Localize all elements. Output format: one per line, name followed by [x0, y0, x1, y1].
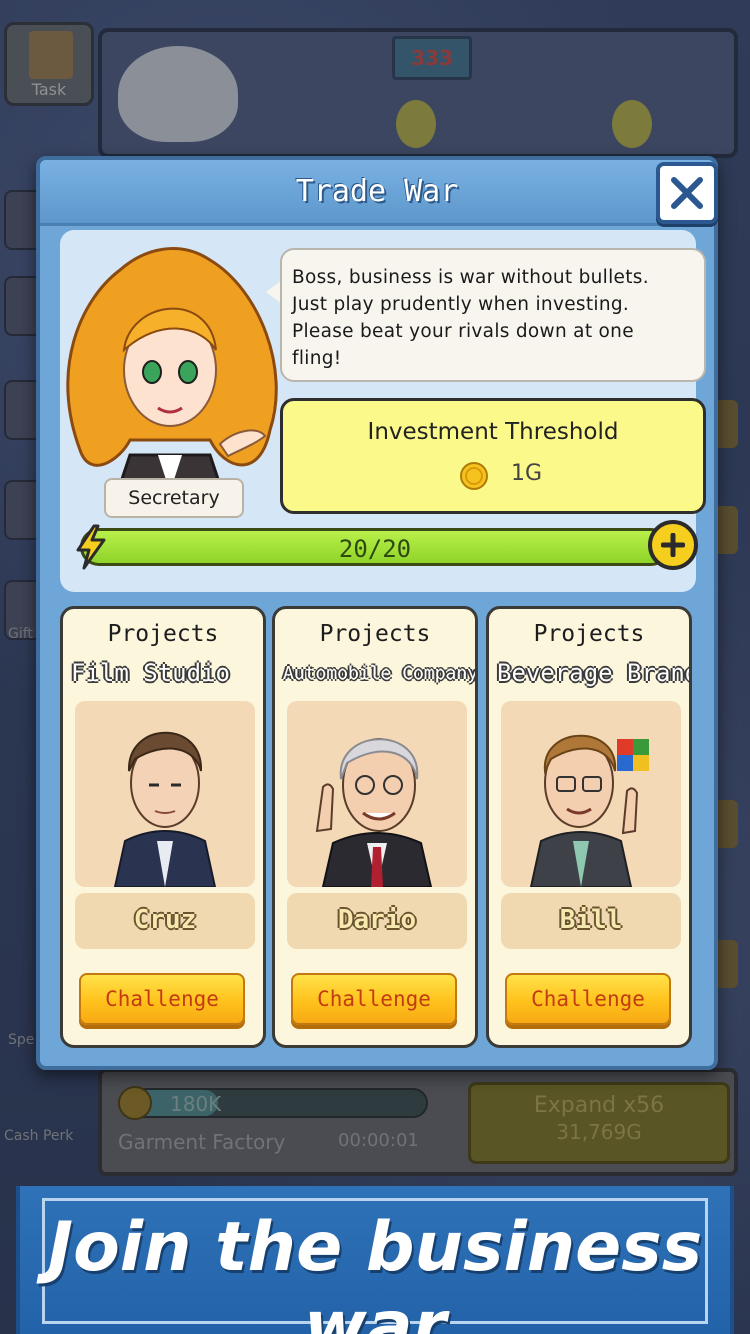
- rival-name-box: Bill: [501, 893, 681, 949]
- factory-progress-text: 180K: [170, 1092, 222, 1116]
- rival-card: Projects Automobile Company Dario Challe…: [272, 606, 478, 1048]
- rival-name-box: Cruz: [75, 893, 255, 949]
- investment-threshold-box: Investment Threshold 1G: [280, 398, 706, 514]
- challenge-label: Challenge: [531, 987, 645, 1011]
- energy-bar: 20/20: [80, 528, 670, 566]
- dialog-title-bar: Trade War: [40, 160, 714, 226]
- dialog-title: Trade War: [295, 174, 459, 209]
- rival-card: Projects Beverage Brand Bill Challenge: [486, 606, 692, 1048]
- speech-line: Just play prudently when investing.: [292, 294, 630, 315]
- rival-portrait: [287, 701, 467, 887]
- card-heading: Projects: [107, 621, 219, 647]
- gift-label: Gift: [8, 626, 33, 642]
- promo-banner: Join the business war: [16, 1186, 734, 1334]
- rival-name: Cruz: [133, 905, 197, 935]
- secretary-panel: Secretary Boss, business is war without …: [60, 230, 706, 592]
- rival-name: Dario: [337, 905, 417, 935]
- secretary-label: Secretary: [104, 478, 244, 518]
- lightning-icon: [76, 524, 106, 570]
- speed-label: Spe: [8, 1032, 35, 1048]
- card-heading: Projects: [533, 621, 645, 647]
- rival-avatar: [529, 734, 649, 887]
- close-icon: [671, 177, 703, 209]
- challenge-button[interactable]: Challenge: [505, 973, 671, 1025]
- factory-timer: 00:00:01: [338, 1130, 419, 1151]
- threshold-title: Investment Threshold: [367, 419, 619, 445]
- rival-card: Projects Film Studio Cruz Challenge: [60, 606, 266, 1048]
- factory-progress: 180K: [118, 1088, 428, 1118]
- challenge-label: Challenge: [105, 987, 219, 1011]
- task-label: Task: [31, 80, 67, 99]
- challenge-button[interactable]: Challenge: [291, 973, 457, 1025]
- clipboard-icon: [29, 31, 73, 79]
- speech-line: fling!: [292, 348, 342, 369]
- card-project-name: Beverage Brand: [497, 659, 692, 687]
- rival-portrait: [501, 701, 681, 887]
- rival-name: Bill: [559, 905, 623, 935]
- banner-text: Join the business war: [47, 1208, 703, 1334]
- speech-line: Boss, business is war without bullets.: [292, 267, 649, 288]
- rival-cards: Projects Film Studio Cruz Challenge Proj…: [60, 606, 696, 1048]
- cash-perk-label: Cash Perk: [4, 1128, 74, 1144]
- coin-icon: [118, 1086, 152, 1120]
- add-energy-button[interactable]: [648, 520, 698, 570]
- task-button: Task: [4, 22, 94, 106]
- expand-cost: 31,769G: [556, 1120, 642, 1144]
- threshold-value: 1G: [511, 461, 543, 486]
- challenge-button[interactable]: Challenge: [79, 973, 245, 1025]
- chick-figure: [612, 100, 652, 148]
- secretary-portrait: [66, 247, 278, 502]
- challenge-label: Challenge: [317, 987, 431, 1011]
- close-button[interactable]: [656, 162, 718, 224]
- expand-button: Expand x56 31,769G: [468, 1082, 730, 1164]
- card-heading: Projects: [319, 621, 431, 647]
- card-project-name: Film Studio: [71, 659, 230, 687]
- rival-avatar: [315, 738, 433, 887]
- rival-name-box: Dario: [287, 893, 467, 949]
- speech-line: Please beat your rivals down at one: [292, 321, 634, 342]
- coin-icon: [460, 462, 488, 490]
- energy-text: 20/20: [338, 535, 412, 563]
- stage-sign: 333: [392, 36, 472, 80]
- rival-avatar: [113, 731, 217, 887]
- card-project-name: Automobile Company: [283, 663, 478, 684]
- factory-name: Garment Factory: [118, 1130, 286, 1154]
- rival-portrait: [75, 701, 255, 887]
- chick-figure: [396, 100, 436, 148]
- trade-war-dialog: Trade War Secretary Boss, business is wa…: [36, 156, 718, 1070]
- plus-icon: [661, 533, 685, 557]
- expand-label: Expand x56: [533, 1093, 665, 1118]
- speech-bubble: Boss, business is war without bullets. J…: [280, 248, 706, 382]
- hen-figure: [118, 46, 238, 142]
